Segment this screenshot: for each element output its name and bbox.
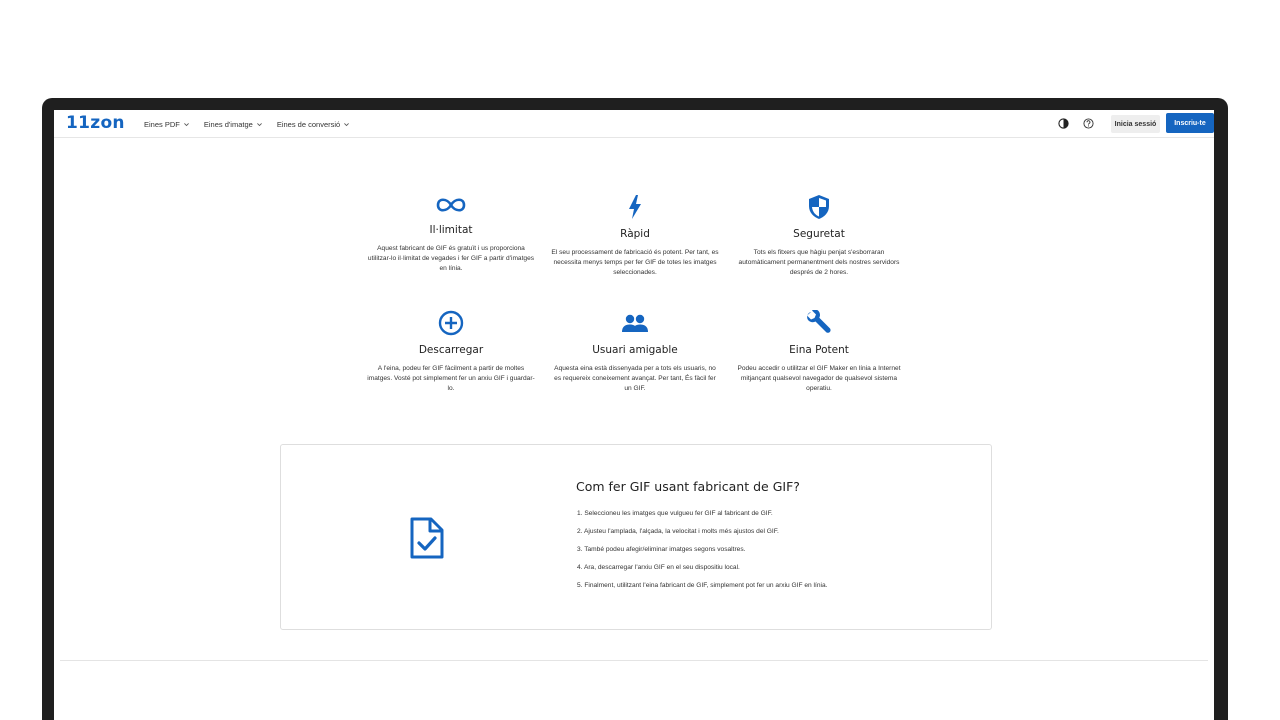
theme-toggle-icon[interactable] [1058,118,1069,129]
list-item: 4. Ara, descarregar l'arxiu GIF en el se… [577,564,740,571]
feature-title: Usuari amigable [592,344,678,356]
site-logo[interactable]: 11zon [66,113,125,133]
feature-title: Ràpid [620,228,650,240]
feature-text: Tots els fitxers que hàgiu penjat s'esbo… [738,249,900,276]
feature-title: Il·limitat [429,224,473,236]
feature-text: Podeu accedir o utilitzar el GIF Maker e… [737,365,901,392]
nav-item-label: Eines de conversió [276,119,341,129]
list-item: 1. Seleccioneu les imatges que vulgueu f… [577,510,773,517]
feature-fast: Ràpid El seu processament de fabricació … [550,194,720,278]
how-to-card: Com fer GIF usant fabricant de GIF? 1. S… [280,444,992,630]
list-item: 2. Ajusteu l'amplada, l'alçada, la veloc… [577,528,779,535]
nav-item-image-tools[interactable]: Eines d'imatge [204,120,263,129]
feature-text: A l'eina, podeu fer GIF fàcilment a part… [367,365,535,392]
nav-menu: Eines PDF Eines d'imatge Eines de conver… [144,110,350,138]
chevron-down-icon [344,122,350,126]
help-icon[interactable] [1083,118,1094,129]
nav-item-label: Eines d'imatge [203,119,253,129]
users-icon [622,314,648,332]
how-to-steps: 1. Seleccioneu les imatges que vulgueu f… [577,509,827,599]
nav-item-conversion-tools[interactable]: Eines de conversió [277,120,350,129]
feature-download: Descarregar A l'eina, podeu fer GIF fàci… [366,310,536,394]
browser-viewport: 11zon Eines PDF Eines d'imatge Eines de … [54,110,1214,720]
feature-text: Aquest fabricant de GIF és gratuït i us … [367,245,535,272]
chevron-down-icon [256,122,262,126]
nav-item-label: Eines PDF [144,119,180,129]
feature-user-friendly: Usuari amigable Aquesta eina està dissen… [550,310,720,394]
bolt-icon [629,195,641,219]
feature-powerful-tool: Eina Potent Podeu accedir o utilitzar el… [734,310,904,394]
feature-title: Eina Potent [789,344,849,356]
signup-button[interactable]: Inscriu-te [1166,113,1214,133]
nav-item-pdf-tools[interactable]: Eines PDF [144,120,190,129]
feature-text: El seu processament de fabricació és pot… [551,249,719,276]
file-check-icon [410,517,444,559]
wrench-icon [807,310,831,333]
feature-security: Seguretat Tots els fitxers que hàgiu pen… [734,194,904,278]
section-divider [60,660,1208,661]
feature-unlimited: Il·limitat Aquest fabricant de GIF és gr… [366,194,536,274]
how-to-title: Com fer GIF usant fabricant de GIF? [576,479,800,494]
infinity-icon [436,198,466,212]
chevron-down-icon [183,122,189,126]
top-navbar: 11zon Eines PDF Eines d'imatge Eines de … [54,110,1214,138]
feature-text: Aquesta eina està dissenyada per a tots … [554,365,716,392]
feature-title: Seguretat [793,228,845,240]
feature-title: Descarregar [418,344,484,356]
list-item: 5. Finalment, utilitzant l'eina fabrican… [577,582,828,589]
plus-circle-icon [438,310,464,336]
list-item: 3. També podeu afegir/eliminar imatges s… [577,546,746,553]
login-button[interactable]: Inicia sessió [1111,115,1160,133]
shield-icon [809,195,829,219]
